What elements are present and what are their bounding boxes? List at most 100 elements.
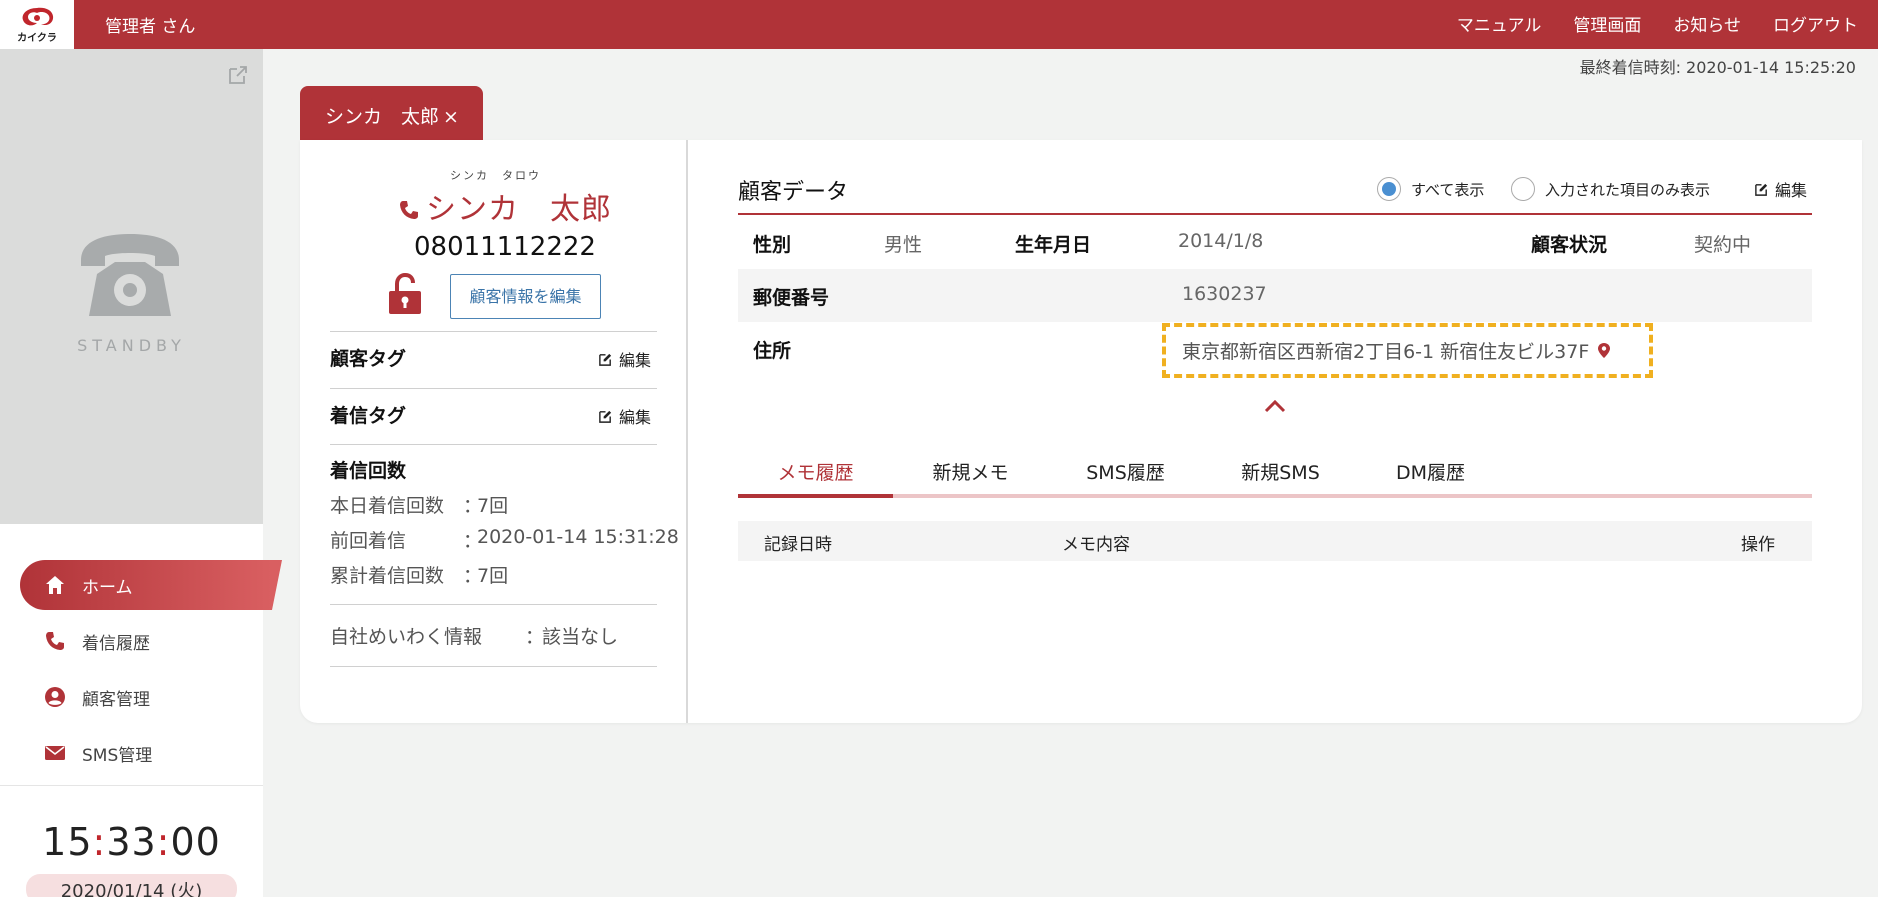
- clock: 15:33:00: [42, 820, 221, 864]
- customer-tab[interactable]: シンカ 太郎 ×: [300, 86, 483, 140]
- telephone-icon: [81, 234, 179, 316]
- edit-icon: [599, 353, 612, 366]
- history-tabs: メモ履歴 新規メモ SMS履歴 新規SMS DM履歴: [738, 448, 1812, 498]
- home-icon: [46, 576, 64, 594]
- divider: [330, 444, 657, 445]
- stat-value: 7回: [477, 495, 509, 517]
- tab-sms-history[interactable]: SMS履歴: [1048, 448, 1203, 494]
- mail-icon: [45, 746, 65, 760]
- logo-icon: [22, 7, 54, 26]
- radio-label: すべて表示: [1411, 180, 1485, 199]
- chevron-up-icon[interactable]: [1262, 397, 1288, 415]
- divider: [330, 331, 657, 332]
- sidebar-item-label: SMS管理: [82, 745, 153, 766]
- data-row: 性別 男性 生年月日 2014/1/8 顧客状況 契約中: [738, 216, 1812, 269]
- divider: [330, 388, 657, 389]
- gender-value: 男性: [884, 234, 923, 256]
- nav-logout-link[interactable]: ログアウト: [1773, 11, 1858, 36]
- sidebar-item-label: ホーム: [82, 577, 133, 598]
- nuisance-info-value: 該当なし: [542, 626, 619, 648]
- stat-value: 2020-01-14 15:31:28: [477, 526, 679, 548]
- zip-value: 1630237: [1182, 283, 1267, 305]
- tab-active-indicator: [738, 494, 893, 498]
- standby-label: STANDBY: [77, 336, 186, 355]
- column-header-memo: メモ内容: [1062, 535, 1130, 555]
- nuisance-info-label: 自社めいわく情報: [330, 626, 483, 648]
- sidebar-item-customers[interactable]: 顧客管理: [20, 672, 263, 722]
- address-value[interactable]: 東京都新宿区西新宿2丁目6-1 新宿住友ビル37F: [1182, 337, 1611, 364]
- tab-dm-history[interactable]: DM履歴: [1358, 448, 1503, 494]
- tab-new-sms[interactable]: 新規SMS: [1203, 448, 1358, 494]
- zip-label: 郵便番号: [753, 287, 830, 309]
- birthdate-label: 生年月日: [1015, 234, 1092, 256]
- radio-show-filled[interactable]: 入力された項目のみ表示: [1511, 177, 1710, 201]
- customer-kana: シンカ タロウ: [450, 169, 541, 182]
- nav-admin-link[interactable]: 管理画面: [1573, 11, 1641, 36]
- sidebar-item-label: 着信履歴: [82, 633, 150, 654]
- customer-phone: 08011112222: [414, 232, 596, 262]
- tab-memo-history[interactable]: メモ履歴: [738, 448, 893, 494]
- edit-label: 編集: [619, 408, 652, 427]
- memo-table-header: 記録日時 メモ内容 操作: [738, 521, 1812, 561]
- user-circle-icon: [45, 687, 65, 707]
- logo[interactable]: カイクラ: [0, 0, 74, 49]
- edit-icon: [599, 410, 612, 423]
- popout-icon[interactable]: [227, 64, 249, 86]
- customer-data-title: 顧客データ: [738, 180, 849, 205]
- sidebar-item-home[interactable]: ホーム: [20, 560, 282, 610]
- edit-call-tag-button[interactable]: 編集: [598, 404, 651, 428]
- last-call-time: 最終着信時刻: 2020-01-14 15:25:20: [1579, 58, 1856, 77]
- radio-button-selected[interactable]: [1377, 177, 1401, 201]
- title-underline: [738, 213, 1812, 215]
- sidebar-item-sms[interactable]: SMS管理: [20, 728, 263, 778]
- edit-label: 編集: [1775, 181, 1808, 200]
- close-icon[interactable]: ×: [443, 106, 459, 128]
- call-tag-title: 着信タグ: [330, 405, 407, 427]
- customer-name: シンカ 太郎: [380, 184, 630, 228]
- radio-label: 入力された項目のみ表示: [1545, 180, 1711, 199]
- radio-show-all[interactable]: すべて表示: [1377, 177, 1484, 201]
- stat-label: 累計着信回数: [330, 565, 445, 587]
- data-row: 郵便番号 1630237: [738, 269, 1812, 322]
- birthdate-value: 2014/1/8: [1178, 230, 1264, 252]
- nav-notice-link[interactable]: お知らせ: [1673, 11, 1741, 36]
- divider: [330, 666, 657, 667]
- customer-summary-panel: シンカ タロウ シンカ 太郎 08011112222 顧客情報を編集 顧客タグ …: [300, 140, 688, 723]
- unlock-icon[interactable]: [385, 273, 425, 315]
- address-label: 住所: [753, 340, 792, 362]
- edit-customer-button[interactable]: 顧客情報を編集: [450, 274, 601, 319]
- logo-text: カイクラ: [17, 33, 57, 44]
- column-header-actions: 操作: [1741, 535, 1775, 555]
- tab-new-memo[interactable]: 新規メモ: [893, 448, 1048, 494]
- stat-label: 前回着信: [330, 530, 407, 552]
- edit-label: 編集: [619, 351, 652, 370]
- nav-manual-link[interactable]: マニュアル: [1457, 11, 1542, 36]
- date-badge: 2020/01/14 (火): [26, 874, 237, 897]
- stat-label: 本日着信回数: [330, 495, 445, 517]
- customer-name-text: シンカ 太郎: [426, 192, 612, 227]
- call-count-title: 着信回数: [330, 460, 407, 482]
- edit-customer-tag-button[interactable]: 編集: [598, 347, 651, 371]
- customer-tag-title: 顧客タグ: [330, 348, 407, 370]
- address-text: 東京都新宿区西新宿2丁目6-1 新宿住友ビル37F: [1182, 341, 1590, 363]
- customer-card: シンカ タロウ シンカ 太郎 08011112222 顧客情報を編集 顧客タグ …: [300, 140, 1862, 723]
- sidebar-divider: [0, 785, 263, 786]
- divider: [330, 604, 657, 605]
- sidebar-item-label: 顧客管理: [82, 689, 150, 710]
- tab-underline: [738, 494, 1812, 498]
- stat-value: 7回: [477, 565, 509, 587]
- customer-status-label: 顧客状況: [1531, 234, 1608, 256]
- column-header-date: 記録日時: [764, 535, 832, 555]
- sidebar-item-call-history[interactable]: 着信履歴: [20, 616, 263, 666]
- user-name: 管理者 さん: [105, 17, 196, 37]
- phone-icon: [400, 201, 418, 219]
- gender-label: 性別: [753, 234, 792, 256]
- map-pin-icon[interactable]: [1597, 342, 1611, 359]
- clock-minutes: 33: [106, 820, 157, 864]
- radio-button[interactable]: [1511, 177, 1535, 201]
- phone-icon: [46, 632, 64, 650]
- edit-customer-data-button[interactable]: 編集: [1754, 177, 1807, 201]
- top-nav: マニュアル 管理画面 お知らせ ログアウト: [1457, 11, 1858, 36]
- customer-status-value: 契約中: [1694, 234, 1752, 256]
- clock-hours: 15: [42, 820, 93, 864]
